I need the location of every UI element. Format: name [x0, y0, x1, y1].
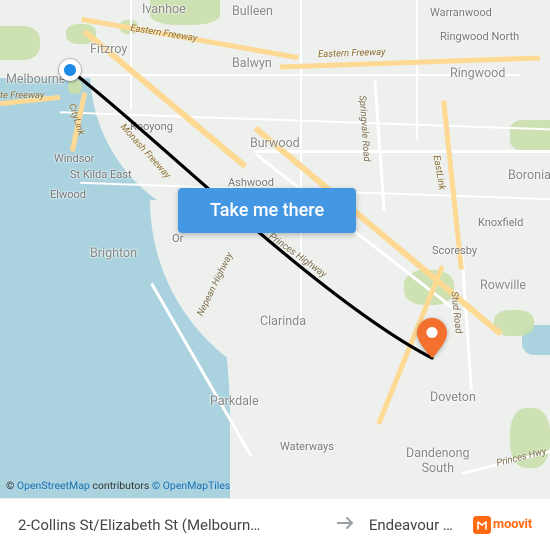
arrow-right-icon: [337, 514, 355, 535]
label-eastern-fwy-2: Eastern Freeway: [318, 47, 386, 60]
place-scoresby: Scoresby: [432, 244, 477, 257]
map-container[interactable]: Eastern Freeway Eastern Freeway te Freew…: [0, 0, 550, 550]
place-balwyn: Balwyn: [232, 56, 272, 71]
route-origin-text: 2-Collins St/Elizabeth St (Melbourn…: [18, 516, 323, 534]
place-clarinda: Clarinda: [260, 314, 306, 329]
green-9: [68, 80, 82, 94]
attrib-osm-link[interactable]: OpenStreetMap: [17, 479, 90, 492]
place-warranwood: Warranwood: [430, 6, 492, 19]
moovit-logo-icon: [473, 516, 491, 534]
label-west-gate-fwy: te Freeway: [0, 90, 44, 101]
green-2: [510, 120, 550, 150]
place-elwood: Elwood: [50, 188, 86, 201]
map-pin-icon: [417, 318, 447, 358]
origin-marker[interactable]: [59, 59, 81, 81]
place-parkdale: Parkdale: [210, 394, 259, 409]
route-summary-bar[interactable]: 2-Collins St/Elizabeth St (Melbourn… End…: [0, 498, 550, 550]
place-kooyong: Kooyong: [130, 120, 173, 133]
take-me-there-button[interactable]: Take me there: [178, 188, 356, 233]
road-minor: [300, 0, 302, 320]
road-minor: [130, 0, 132, 110]
place-boronia: Boronia: [508, 168, 550, 183]
attrib-prefix: ©: [6, 479, 17, 492]
place-ringwood-north: Ringwood North: [440, 30, 519, 43]
place-rowville: Rowville: [480, 278, 526, 293]
route-destination-text: Endeavour …: [369, 516, 453, 534]
attrib-mid: contributors: [90, 479, 152, 492]
cta-label: Take me there: [210, 200, 324, 221]
place-doveton: Doveton: [430, 390, 476, 405]
place-st-kilda-east: St Kilda East: [70, 168, 132, 181]
attrib-omt-link[interactable]: © OpenMapTiles: [152, 479, 230, 492]
place-ivanhoe: Ivanhoe: [142, 2, 186, 17]
place-brighton: Brighton: [90, 246, 137, 261]
map-attribution: © OpenStreetMap contributors © OpenMapTi…: [6, 479, 230, 492]
place-burwood: Burwood: [250, 136, 300, 151]
place-knoxfield: Knoxfield: [478, 216, 523, 229]
road-minor: [416, 0, 418, 140]
origin-marker-dot: [64, 64, 76, 76]
place-fitzroy: Fitzroy: [90, 42, 127, 57]
green-4: [0, 26, 40, 60]
destination-marker[interactable]: [417, 318, 447, 358]
place-ringwood: Ringwood: [450, 66, 505, 81]
place-or: Or: [172, 232, 183, 245]
moovit-brand-text: moovit: [493, 517, 532, 532]
place-melbourne: Melbourne: [6, 72, 65, 87]
place-bulleen: Bulleen: [232, 4, 273, 19]
place-dandenong-south: Dandenong South: [406, 446, 470, 476]
origin-marker-ring: [59, 59, 81, 81]
moovit-brand[interactable]: moovit: [473, 516, 532, 534]
place-windsor: Windsor: [54, 152, 94, 165]
place-waterways: Waterways: [280, 440, 334, 453]
